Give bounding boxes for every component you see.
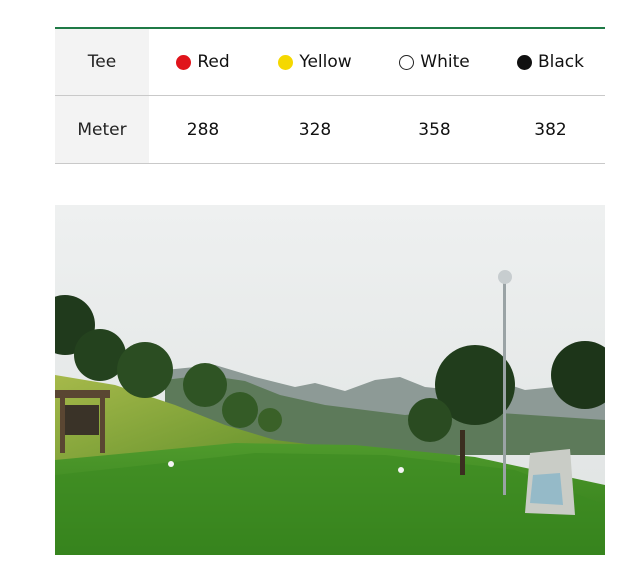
red-dot-icon <box>176 54 192 70</box>
tee-header-label: Tee <box>55 29 149 95</box>
white-dot-icon <box>399 54 415 70</box>
meter-row: Meter 288 328 358 382 <box>55 96 605 164</box>
meter-header-label: Meter <box>55 96 149 163</box>
tee-black-label: Black <box>538 52 584 72</box>
golf-course-photo <box>55 205 605 555</box>
tee-white-label: White <box>420 52 470 72</box>
tee-black: Black <box>496 29 605 95</box>
meter-black: 382 <box>534 119 567 140</box>
tee-yellow-label: Yellow <box>299 52 352 72</box>
tee-distance-table: Tee Red Yellow White Black Meter 288 328… <box>55 27 605 164</box>
tee-row: Tee Red Yellow White Black <box>55 29 605 96</box>
yellow-dot-icon <box>278 54 294 70</box>
black-dot-icon <box>517 54 532 70</box>
tee-white: White <box>373 29 496 95</box>
meter-white: 358 <box>418 119 451 140</box>
meter-yellow: 328 <box>298 119 332 140</box>
tee-yellow: Yellow <box>257 29 373 95</box>
tee-red-label: Red <box>197 52 230 72</box>
meter-red: 288 <box>186 119 220 140</box>
tee-red: Red <box>149 29 257 95</box>
